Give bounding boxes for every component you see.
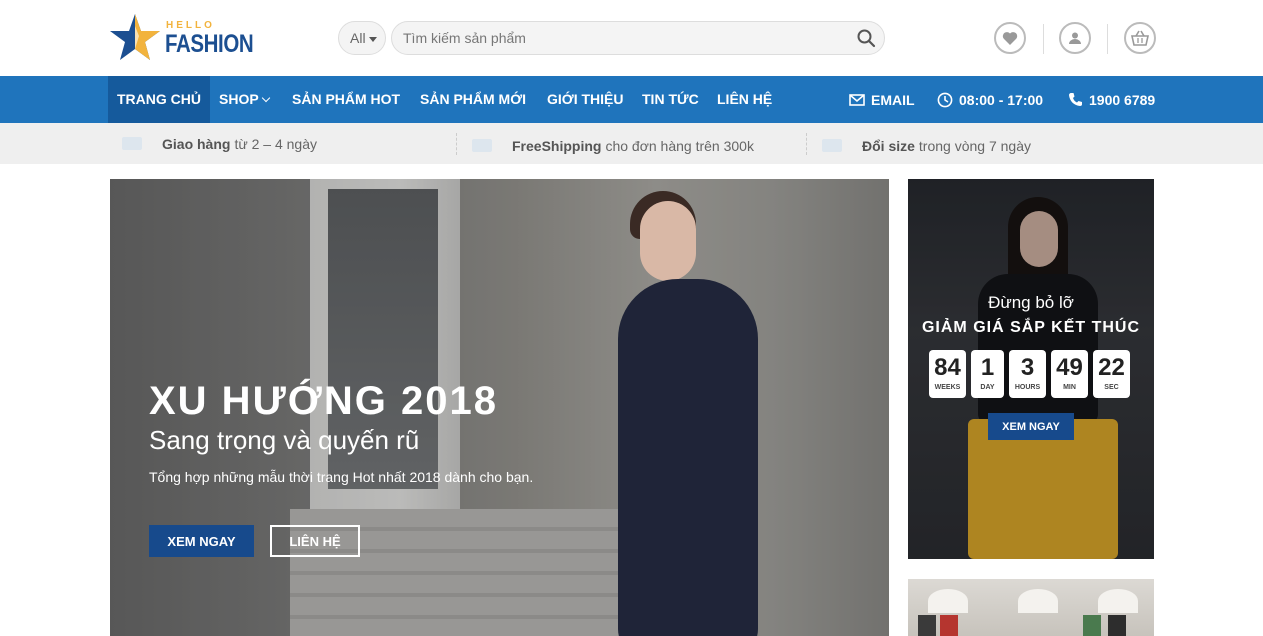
account-button[interactable] (1059, 22, 1091, 54)
nav-item-shop[interactable]: Shop (219, 76, 270, 123)
basket-icon (1131, 30, 1149, 46)
countdown-label: Hours (1014, 384, 1041, 391)
perk-text: cho đơn hàng trên 300k (605, 137, 754, 154)
hero-model-face (640, 201, 696, 281)
perk-bold: Giao hàng (162, 135, 231, 152)
caret-down-icon (369, 37, 377, 42)
phone-icon (1069, 93, 1082, 106)
promo2-clothing (940, 615, 958, 636)
hero-contact-button[interactable]: Liên hệ (270, 525, 360, 557)
shipping-icon (472, 139, 492, 152)
wishlist-button[interactable] (994, 22, 1026, 54)
nav-email-link[interactable]: EMAIL (849, 76, 915, 123)
perk-bold: Đổi size (862, 137, 915, 154)
promo-title: GIẢM GIÁ SẮP KẾT THÚC (921, 319, 1141, 336)
perk-freeshipping: FreeShipping cho đơn hàng trên 300k (472, 125, 754, 166)
countdown-days: 1 Day (971, 350, 1004, 398)
search-category-value: All (350, 30, 366, 46)
nav-phone-link[interactable]: 1900 6789 (1068, 76, 1155, 123)
hero-shop-now-button[interactable]: Xem ngay (149, 525, 254, 557)
countdown-value: 84 (934, 354, 961, 381)
perk-divider (456, 133, 457, 155)
nav-item-news[interactable]: Tin tức (642, 76, 699, 123)
countdown-value: 22 (1098, 354, 1125, 381)
sale-countdown-banner: Đừng bỏ lỡ GIẢM GIÁ SẮP KẾT THÚC 84 Week… (908, 179, 1154, 559)
nav-item-contact[interactable]: Liên hệ (717, 76, 772, 123)
hero-subtitle: Sang trọng và quyến rũ (149, 425, 420, 455)
perk-divider (806, 133, 807, 155)
clock-icon (937, 92, 953, 107)
promo-shop-now-button[interactable]: Xem ngay (988, 413, 1074, 440)
cart-button[interactable] (1124, 22, 1156, 54)
truck-icon (122, 137, 142, 150)
countdown-label: Min (1063, 384, 1076, 391)
promo2-lamp (928, 589, 968, 613)
nav-item-label: Shop (219, 91, 259, 107)
hero-model-dress (618, 279, 758, 636)
logo[interactable]: HELLO FASHION (108, 12, 254, 66)
email-label: EMAIL (871, 91, 915, 108)
promo2-clothing (1108, 615, 1126, 636)
heart-icon (1002, 31, 1018, 45)
perk-size-exchange: Đổi size trong vòng 7 ngày (822, 125, 1031, 166)
hours-label: 08:00 - 17:00 (959, 91, 1044, 108)
nav-item-about[interactable]: Giới thiệu (547, 76, 624, 123)
logo-big-text: FASHION (165, 30, 254, 58)
countdown-minutes: 49 Min (1051, 350, 1088, 398)
promo2-lamp (1018, 589, 1058, 613)
star-logo-icon (110, 14, 160, 60)
perks-bar: Giao hàng từ 2 – 4 ngày FreeShipping cho đ… (0, 123, 1263, 164)
phone-label: 1900 6789 (1089, 91, 1156, 108)
user-icon (1069, 32, 1081, 44)
promo2-clothing (1083, 615, 1101, 636)
countdown-value: 49 (1056, 354, 1083, 381)
perk-text: từ 2 – 4 ngày (234, 135, 317, 152)
promo2-lamp (1098, 589, 1138, 613)
nav-item-new-products[interactable]: Sản phẩm mới (420, 76, 526, 123)
countdown-seconds: 22 Sec (1093, 350, 1130, 398)
promo2-clothing (918, 615, 936, 636)
perk-bold: FreeShipping (512, 137, 602, 154)
header-divider (1107, 24, 1108, 54)
header-divider (1043, 24, 1044, 54)
nav-item-home[interactable]: Trang chủ (108, 76, 210, 123)
countdown-label: Weeks (934, 384, 961, 391)
perk-text: trong vòng 7 ngày (918, 137, 1031, 154)
main-nav: Trang chủ Shop Sản phẩm hot Sản phẩm mới… (0, 76, 1263, 123)
store-interior-banner[interactable] (908, 579, 1154, 636)
search-input[interactable] (392, 22, 832, 54)
countdown-hours: 3 Hours (1009, 350, 1046, 398)
promo-pretitle: Đừng bỏ lỡ (988, 293, 1074, 312)
countdown-label: Sec (1104, 384, 1119, 391)
exchange-icon (822, 139, 842, 152)
chevron-down-icon (261, 93, 270, 103)
search-category-select[interactable]: All (338, 21, 386, 55)
search-box (391, 21, 885, 55)
countdown-weeks: 84 Weeks (929, 350, 966, 398)
perk-delivery: Giao hàng từ 2 – 4 ngày (122, 123, 317, 164)
nav-item-hot-products[interactable]: Sản phẩm hot (292, 76, 400, 123)
site-header: HELLO FASHION All (0, 0, 1263, 76)
nav-hours: 08:00 - 17:00 (937, 76, 1043, 123)
countdown-value: 1 (980, 354, 995, 381)
countdown-label: Day (980, 384, 995, 391)
countdown-value: 3 (1020, 354, 1035, 381)
envelope-icon (849, 93, 865, 106)
countdown-timer: 84 Weeks 1 Day 3 Hours 49 Min 22 Sec (929, 350, 1130, 398)
search-icon[interactable] (856, 28, 876, 48)
hero-description: Tổng hợp những mẫu thời trang Hot nhất 2… (149, 469, 534, 485)
hero-title: XU HƯỚNG 2018 (149, 379, 498, 423)
hero-banner: XU HƯỚNG 2018 Sang trọng và quyến rũ Tổn… (110, 179, 889, 636)
